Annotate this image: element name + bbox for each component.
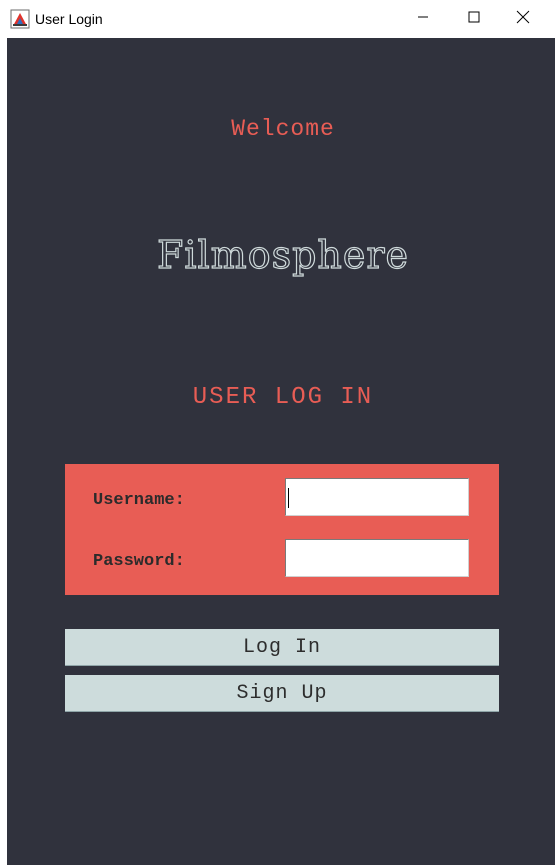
login-heading: USER LOG IN [192, 384, 374, 411]
window-title: User Login [35, 11, 103, 27]
title-bar: User Login [0, 0, 555, 38]
login-panel: Welcome Filmosphere USER LOG IN Username… [7, 38, 555, 865]
brand-title: Filmosphere [156, 232, 410, 277]
login-button[interactable]: Log In [65, 629, 499, 666]
maximize-icon [468, 10, 480, 28]
password-label: Password: [93, 552, 185, 571]
welcome-text: Welcome [231, 116, 335, 142]
maximize-button[interactable] [451, 0, 497, 38]
close-button[interactable] [500, 0, 546, 38]
username-input[interactable] [285, 478, 469, 516]
minimize-button[interactable] [400, 0, 446, 38]
login-window: User Login Welcome Filmosphere USER LOG … [0, 0, 555, 865]
username-label: Username: [93, 491, 185, 510]
java-app-icon [10, 9, 30, 29]
minimize-icon [417, 10, 429, 28]
login-form: Username: Password: [65, 464, 499, 595]
password-input[interactable] [285, 539, 469, 577]
close-icon [516, 10, 530, 29]
text-caret [288, 488, 289, 508]
signup-button[interactable]: Sign Up [65, 675, 499, 712]
